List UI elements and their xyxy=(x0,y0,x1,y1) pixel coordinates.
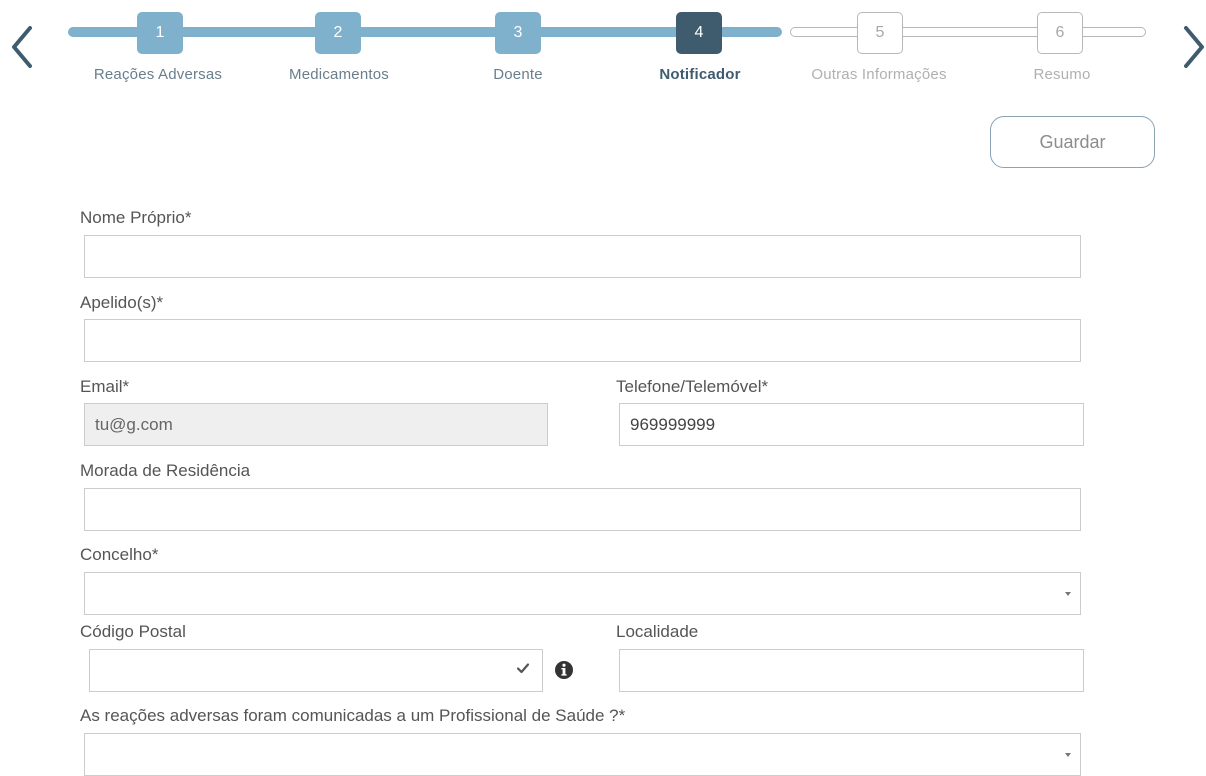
wizard-stepper: 1 2 3 4 5 6 Reações Adversas Medicamento… xyxy=(66,12,1156,92)
step-1-button[interactable]: 1 xyxy=(137,12,183,54)
first-name-input[interactable] xyxy=(84,235,1081,278)
locality-label: Localidade xyxy=(616,622,699,641)
step-2-label[interactable]: Medicamentos xyxy=(289,66,389,83)
first-name-label: Nome Próprio* xyxy=(80,208,192,227)
locality-input[interactable] xyxy=(619,649,1084,692)
step-5-label[interactable]: Outras Informações xyxy=(811,66,946,83)
step-6-label[interactable]: Resumo xyxy=(1033,66,1090,83)
reported-to-professional-label: As reações adversas foram comunicadas a … xyxy=(80,706,626,725)
chevron-right-icon xyxy=(1184,26,1204,68)
step-4-button[interactable]: 4 xyxy=(676,12,722,54)
previous-step-button[interactable] xyxy=(8,22,36,72)
phone-input[interactable]: 969999999 xyxy=(619,403,1084,446)
next-step-button[interactable] xyxy=(1180,22,1206,72)
email-field: tu@g.com xyxy=(84,403,548,446)
surname-label: Apelido(s)* xyxy=(80,293,164,312)
postal-code-label: Código Postal xyxy=(80,622,186,641)
caret-down-icon xyxy=(1065,592,1071,596)
postal-code-input[interactable] xyxy=(89,649,543,692)
reported-to-professional-select[interactable] xyxy=(84,733,1081,776)
caret-down-icon xyxy=(1065,753,1071,757)
info-circle-icon[interactable] xyxy=(554,660,574,680)
step-6-button[interactable]: 6 xyxy=(1037,12,1083,54)
step-4-label[interactable]: Notificador xyxy=(659,66,740,83)
email-label: Email* xyxy=(80,377,130,396)
step-1-label[interactable]: Reações Adversas xyxy=(94,66,222,83)
phone-label: Telefone/Telemóvel* xyxy=(616,377,769,396)
step-3-label[interactable]: Doente xyxy=(493,66,543,83)
address-label: Morada de Residência xyxy=(80,461,251,480)
check-icon xyxy=(516,663,530,674)
step-3-button[interactable]: 3 xyxy=(495,12,541,54)
surname-input[interactable] xyxy=(84,319,1081,362)
save-button[interactable]: Guardar xyxy=(990,116,1155,168)
progress-bar-remaining xyxy=(790,27,1146,37)
step-2-button[interactable]: 2 xyxy=(315,12,361,54)
municipality-label: Concelho* xyxy=(80,545,159,564)
municipality-select[interactable] xyxy=(84,572,1081,615)
step-5-button[interactable]: 5 xyxy=(857,12,903,54)
chevron-left-icon xyxy=(12,26,32,68)
address-input[interactable] xyxy=(84,488,1081,531)
